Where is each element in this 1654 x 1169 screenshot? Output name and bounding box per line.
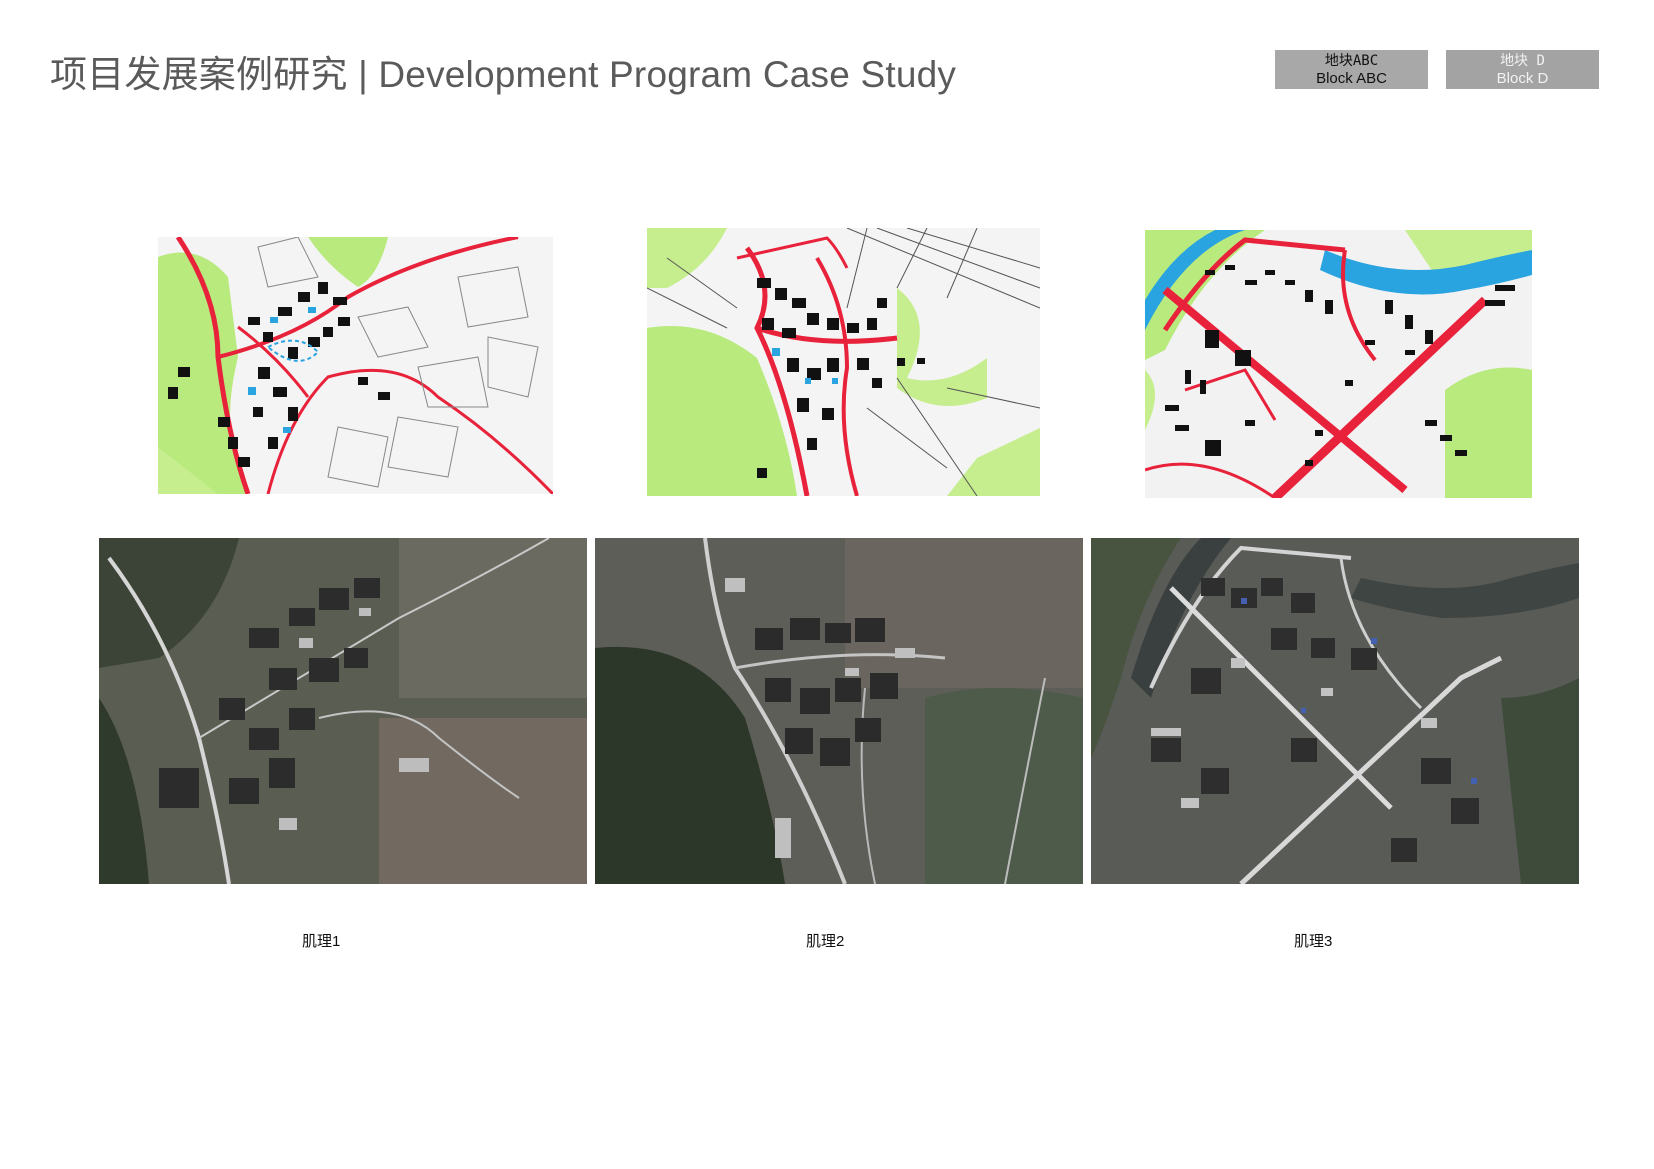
aerial-photo-icon — [595, 538, 1083, 884]
tab-block-abc-en: Block ABC — [1316, 70, 1387, 87]
tab-block-abc-cn: 地块ABC — [1324, 53, 1379, 69]
tab-block-abc[interactable]: 地块ABC Block ABC — [1275, 50, 1428, 89]
page-title: 项目发展案例研究 | Development Program Case Stud… — [50, 54, 957, 95]
sketch-map-3 — [1145, 230, 1532, 498]
tab-block-d[interactable]: 地块 D Block D — [1446, 50, 1599, 89]
aerial-photo-1 — [99, 538, 587, 884]
village-sketch-map-icon — [647, 228, 1040, 496]
aerial-photo-2 — [595, 538, 1083, 884]
tab-block-d-en: Block D — [1496, 70, 1549, 87]
case-label-1: 肌理1 — [302, 933, 341, 950]
tab-block-d-cn: 地块 D — [1500, 53, 1545, 69]
aerial-photo-icon — [99, 538, 587, 884]
case-label-3: 肌理3 — [1294, 933, 1333, 950]
sketch-map-1 — [158, 237, 553, 494]
case-label-2: 肌理2 — [806, 933, 845, 950]
aerial-photo-3 — [1091, 538, 1579, 884]
town-sketch-map-icon — [1145, 230, 1532, 498]
sketch-map-2 — [647, 228, 1040, 496]
village-sketch-map-icon — [158, 237, 553, 494]
aerial-photo-icon — [1091, 538, 1579, 884]
